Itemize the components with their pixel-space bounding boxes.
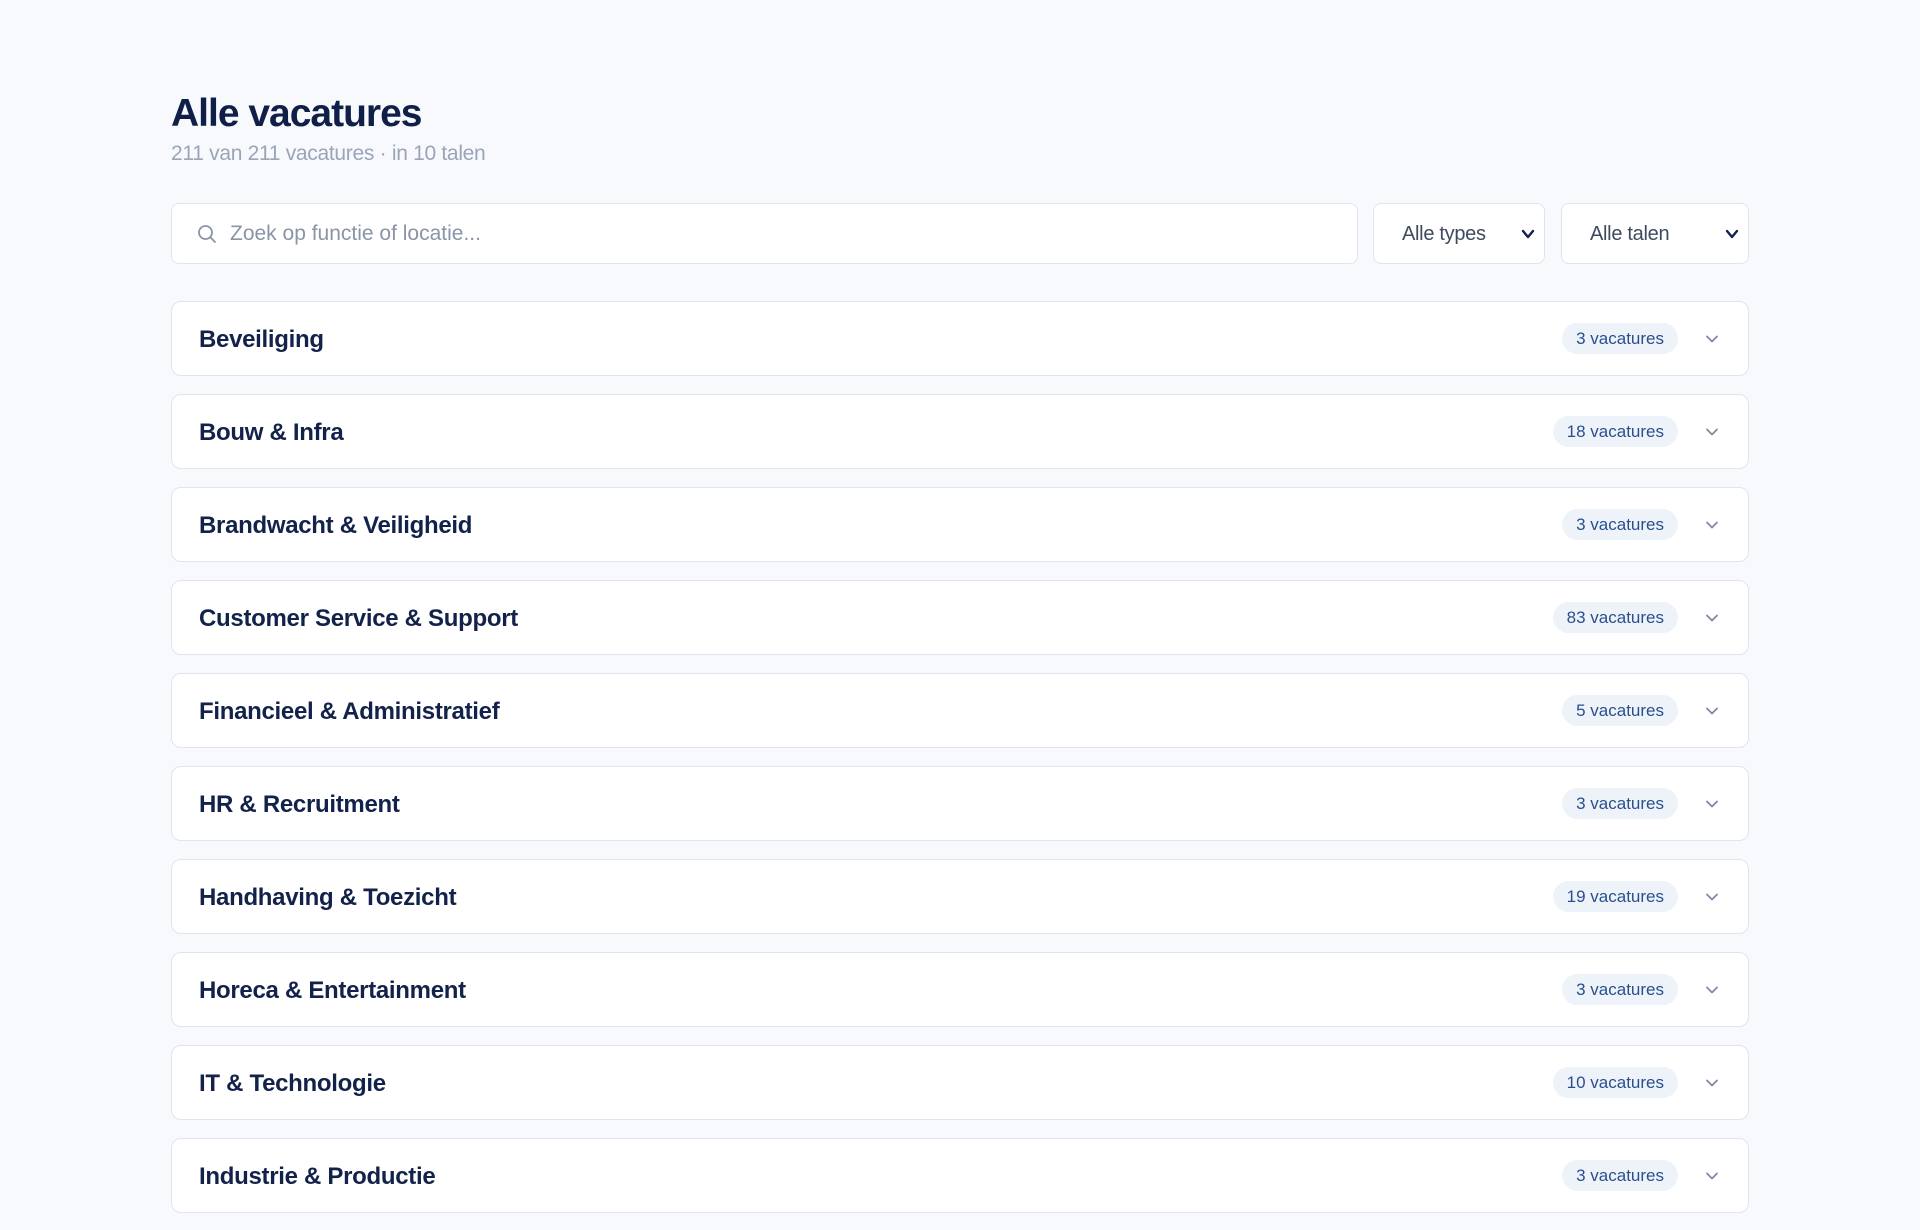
category-card[interactable]: Bouw & Infra 18 vacatures [171, 394, 1749, 469]
vacancy-count-badge: 83 vacatures [1552, 602, 1678, 633]
vacancy-count-badge: 3 vacatures [1562, 788, 1678, 819]
category-card[interactable]: Financieel & Administratief 5 vacatures [171, 673, 1749, 748]
chevron-down-icon[interactable] [1704, 424, 1720, 440]
chevron-down-icon [1521, 229, 1535, 239]
vacancy-count-badge: 3 vacatures [1562, 323, 1678, 354]
category-card[interactable]: Industrie & Productie 3 vacatures [171, 1138, 1749, 1213]
search-input[interactable] [230, 204, 1340, 263]
category-name: Industrie & Productie [199, 1163, 436, 1190]
category-name: Brandwacht & Veiligheid [199, 512, 473, 539]
vacancy-count-badge: 18 vacatures [1552, 416, 1678, 447]
category-card[interactable]: HR & Recruitment 3 vacatures [171, 766, 1749, 841]
vacancy-count-badge: 3 vacatures [1562, 509, 1678, 540]
type-filter-select[interactable]: Alle types [1373, 203, 1545, 264]
chevron-down-icon[interactable] [1704, 982, 1720, 998]
vacancy-count-badge: 19 vacatures [1552, 881, 1678, 912]
category-card[interactable]: IT & Technologie 10 vacatures [171, 1045, 1749, 1120]
search-box[interactable] [171, 203, 1358, 264]
category-name: Bouw & Infra [199, 419, 344, 446]
page-title: Alle vacatures [171, 92, 422, 135]
vacancy-count-badge: 3 vacatures [1562, 1160, 1678, 1191]
category-card[interactable]: Handhaving & Toezicht 19 vacatures [171, 859, 1749, 934]
category-card[interactable]: Brandwacht & Veiligheid 3 vacatures [171, 487, 1749, 562]
chevron-down-icon[interactable] [1704, 331, 1720, 347]
chevron-down-icon[interactable] [1704, 1075, 1720, 1091]
category-name: Customer Service & Support [199, 605, 518, 632]
vacancy-count-badge: 10 vacatures [1552, 1067, 1678, 1098]
category-card[interactable]: Customer Service & Support 83 vacatures [171, 580, 1749, 655]
chevron-down-icon[interactable] [1704, 517, 1720, 533]
category-name: Horeca & Entertainment [199, 977, 466, 1004]
category-card[interactable]: Beveiliging 3 vacatures [171, 301, 1749, 376]
chevron-down-icon[interactable] [1704, 889, 1720, 905]
vacancy-count-badge: 5 vacatures [1562, 695, 1678, 726]
chevron-down-icon[interactable] [1704, 610, 1720, 626]
search-icon [198, 225, 216, 243]
language-filter-select[interactable]: Alle talen [1561, 203, 1749, 264]
chevron-down-icon[interactable] [1704, 1168, 1720, 1184]
category-card[interactable]: Horeca & Entertainment 3 vacatures [171, 952, 1749, 1027]
category-name: Financieel & Administratief [199, 698, 500, 725]
language-filter-label: Alle talen [1590, 223, 1670, 245]
chevron-down-icon [1725, 229, 1739, 239]
category-name: IT & Technologie [199, 1070, 386, 1097]
category-name: HR & Recruitment [199, 791, 400, 818]
chevron-down-icon[interactable] [1704, 796, 1720, 812]
chevron-down-icon[interactable] [1704, 703, 1720, 719]
category-name: Handhaving & Toezicht [199, 884, 457, 911]
type-filter-label: Alle types [1402, 223, 1486, 245]
page-subtitle: 211 van 211 vacatures · in 10 talen [171, 142, 486, 165]
vacancy-count-badge: 3 vacatures [1562, 974, 1678, 1005]
category-name: Beveiliging [199, 326, 324, 353]
